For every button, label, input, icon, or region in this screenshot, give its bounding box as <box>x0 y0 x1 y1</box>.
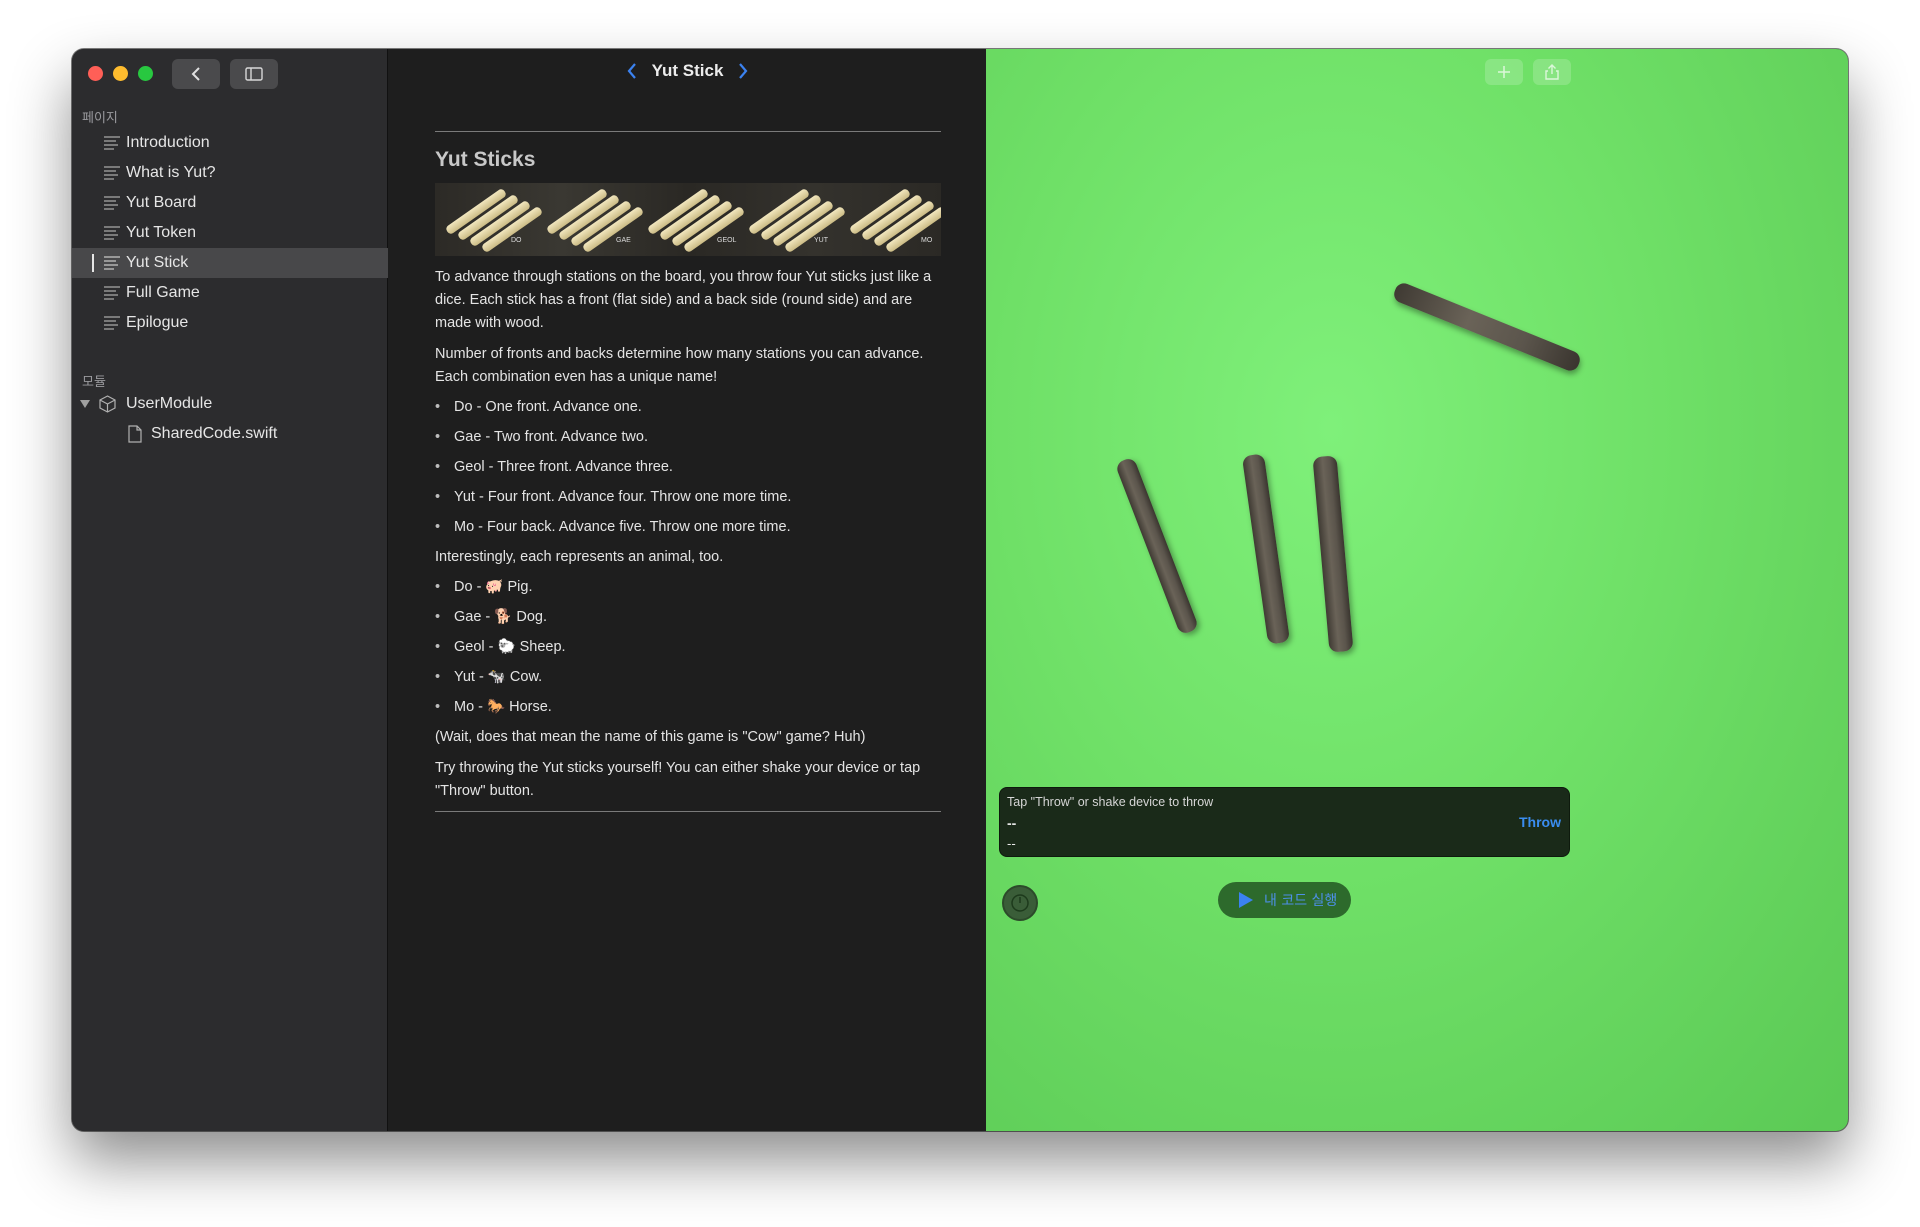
sidebar-item-label: Yut Board <box>126 194 197 211</box>
sidebar-item-label: Yut Stick <box>126 254 189 271</box>
pages-section-title: 페이지 <box>82 111 118 126</box>
speedometer-icon <box>1011 894 1029 912</box>
run-button-label: 내 코드 실행 <box>1264 893 1338 909</box>
list-item: Do - 🐖 Pig. <box>435 576 941 599</box>
sidebar-item-yut-stick[interactable]: Yut Stick <box>72 248 388 278</box>
top-divider <box>435 131 941 132</box>
image-label: DO <box>511 237 522 244</box>
close-button[interactable] <box>88 66 103 81</box>
sidebar-item-label: What is Yut? <box>126 164 216 181</box>
package-icon <box>99 395 116 413</box>
status-detail: -- <box>1007 836 1016 851</box>
speed-meter-button[interactable] <box>1002 885 1038 921</box>
list-item: Mo - 🐎 Horse. <box>435 696 941 719</box>
disclosure-triangle-icon[interactable] <box>80 400 90 408</box>
zoom-button[interactable] <box>138 66 153 81</box>
live-view: Tap "Throw" or shake device to throw -- … <box>986 49 1848 1131</box>
animal-list: Do - 🐖 Pig. Gae - 🐕 Dog. Geol - 🐑 Sheep.… <box>435 576 941 719</box>
sidebar-item-label: Yut Token <box>126 224 196 241</box>
add-button[interactable] <box>1485 59 1523 85</box>
sidebar-item-label: Full Game <box>126 284 200 301</box>
back-button[interactable] <box>172 59 220 89</box>
sidebar-item-full-game[interactable]: Full Game <box>72 278 388 308</box>
page-navigation: Yut Stick <box>389 61 986 81</box>
page-content: Yut Sticks DO GAE GEOL YUT MO To advance… <box>435 131 941 812</box>
toggle-sidebar-button[interactable] <box>230 59 278 89</box>
stick-group-gae: GAE <box>536 183 645 256</box>
list-item: Mo - Four back. Advance five. Throw one … <box>435 516 941 539</box>
paragraph-intro: To advance through stations on the board… <box>435 269 932 331</box>
paragraph-try: Try throwing the Yut sticks yourself! Yo… <box>435 760 921 799</box>
list-item: Gae - 🐕 Dog. <box>435 606 941 629</box>
document-lines-icon <box>104 286 120 300</box>
image-label: GAE <box>616 237 631 244</box>
share-icon <box>1545 64 1559 80</box>
paragraph-combinations: Number of fronts and backs determine how… <box>435 346 924 385</box>
image-label: YUT <box>814 237 828 244</box>
sidebar-item-label: Introduction <box>126 134 210 151</box>
chevron-left-icon <box>191 67 200 81</box>
stick-group-mo: MO <box>839 183 941 256</box>
throw-status-panel: Tap "Throw" or shake device to throw -- … <box>999 787 1570 857</box>
yut-stick-3d <box>1241 453 1291 645</box>
file-label: SharedCode.swift <box>151 425 278 442</box>
share-button[interactable] <box>1533 59 1571 85</box>
file-item-sharedcode[interactable]: SharedCode.swift <box>72 419 388 449</box>
sidebar-item-yut-token[interactable]: Yut Token <box>72 218 388 248</box>
document-lines-icon <box>104 316 120 330</box>
list-item: Do - One front. Advance one. <box>435 396 941 419</box>
list-item: Geol - 🐑 Sheep. <box>435 636 941 659</box>
sidebar-icon <box>245 67 263 81</box>
combination-list: Do - One front. Advance one. Gae - Two f… <box>435 396 941 539</box>
stick-group-yut: YUT <box>738 183 847 256</box>
document-lines-icon <box>104 226 120 240</box>
status-result: -- <box>1007 815 1017 831</box>
image-label: MO <box>921 237 933 244</box>
stick-group-geol: GEOL <box>637 183 746 256</box>
file-icon <box>128 425 142 443</box>
previous-page-icon[interactable] <box>626 61 638 81</box>
paragraph-aside: (Wait, does that mean the name of this g… <box>435 729 866 745</box>
yut-stick-3d <box>1391 280 1583 374</box>
pages-list: Introduction What is Yut? Yut Board Yut … <box>72 128 388 338</box>
next-page-icon[interactable] <box>737 61 749 81</box>
sidebar: 페이지 Introduction What is Yut? Yut Board … <box>72 49 388 1131</box>
plus-icon <box>1498 66 1510 78</box>
bottom-divider <box>435 811 941 812</box>
minimize-button[interactable] <box>113 66 128 81</box>
sidebar-item-label: Epilogue <box>126 314 189 331</box>
module-item-usermodule[interactable]: UserModule <box>72 389 388 419</box>
sidebar-item-introduction[interactable]: Introduction <box>72 128 388 158</box>
sidebar-item-yut-board[interactable]: Yut Board <box>72 188 388 218</box>
status-title: Tap "Throw" or shake device to throw <box>1007 795 1214 809</box>
list-item: Gae - Two front. Advance two. <box>435 426 941 449</box>
document-lines-icon <box>104 256 120 270</box>
window-controls <box>88 66 153 81</box>
list-item: Yut - Four front. Advance four. Throw on… <box>435 486 941 509</box>
throw-button[interactable]: Throw <box>1519 814 1561 830</box>
sidebar-item-epilogue[interactable]: Epilogue <box>72 308 388 338</box>
content-heading: Yut Sticks <box>435 148 536 171</box>
paragraph-animals: Interestingly, each represents an animal… <box>435 549 724 565</box>
document-lines-icon <box>104 166 120 180</box>
list-item: Geol - Three front. Advance three. <box>435 456 941 479</box>
stick-group-do: DO <box>435 183 544 256</box>
module-label: UserModule <box>126 395 213 412</box>
modules-section-title: 모듈 <box>82 375 106 390</box>
content-pane: Yut Stick Yut Sticks DO GAE GEOL YUT MO … <box>389 49 986 1131</box>
playgrounds-window: 페이지 Introduction What is Yut? Yut Board … <box>72 49 1848 1131</box>
yut-stick-3d <box>1312 455 1354 653</box>
yut-stick-3d <box>1114 456 1200 636</box>
play-icon <box>1239 892 1253 908</box>
cursor-indicator <box>92 254 94 272</box>
image-label: GEOL <box>717 237 737 244</box>
list-item: Yut - 🐄 Cow. <box>435 666 941 689</box>
sidebar-item-what-is-yut[interactable]: What is Yut? <box>72 158 388 188</box>
page-title: Yut Stick <box>651 61 724 80</box>
document-lines-icon <box>104 196 120 210</box>
run-my-code-button[interactable]: 내 코드 실행 <box>1218 882 1351 918</box>
document-lines-icon <box>104 136 120 150</box>
yut-sticks-image: DO GAE GEOL YUT MO <box>435 183 941 256</box>
